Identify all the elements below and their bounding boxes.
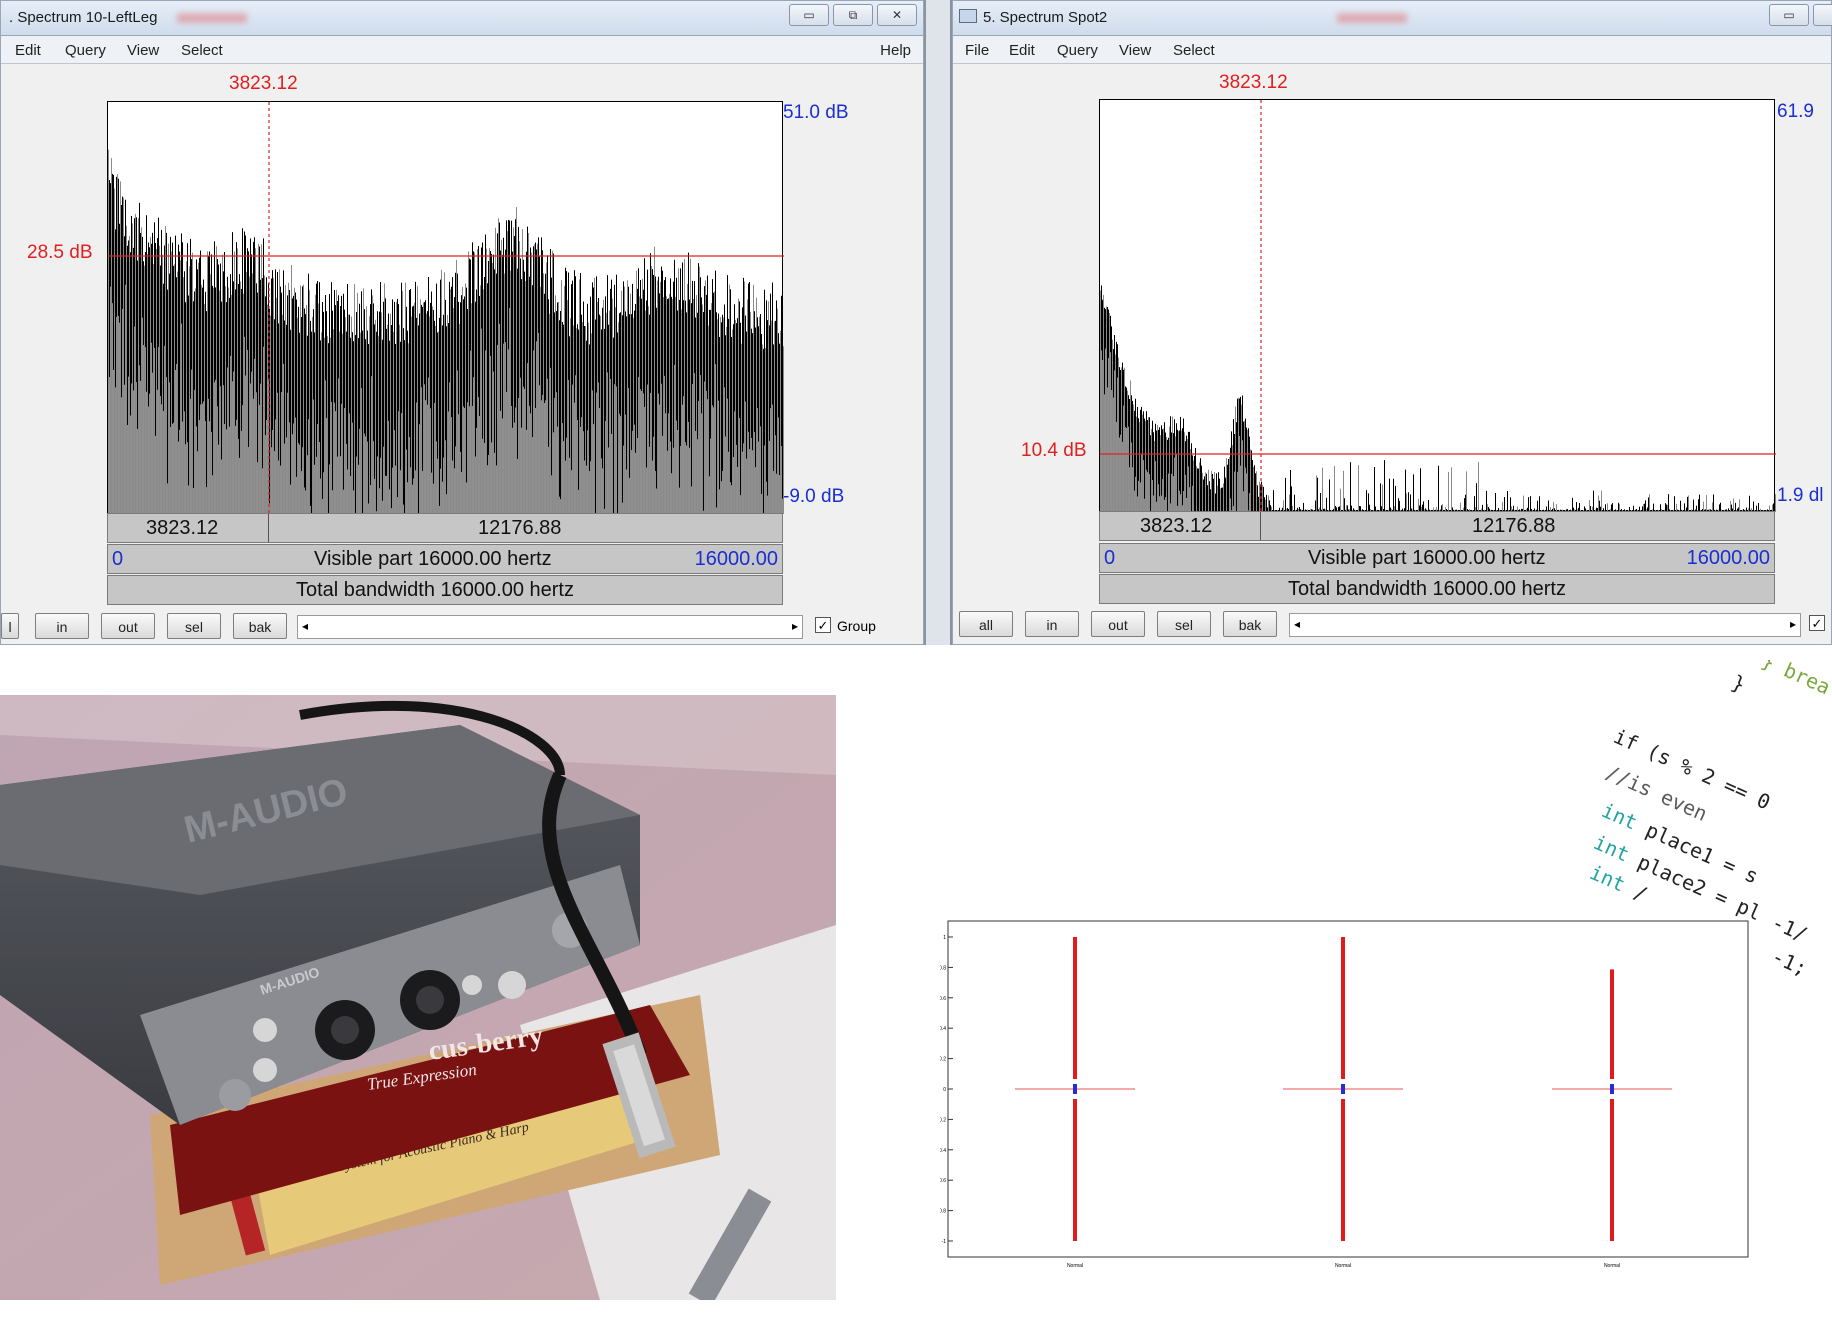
spectrum-window-right: 5. Spectrum Spot2 ▭ l File Edit Query Vi… bbox=[952, 0, 1832, 645]
menu-view[interactable]: View bbox=[127, 42, 159, 59]
all-button[interactable]: l bbox=[1, 613, 19, 639]
spectrum-plot[interactable] bbox=[107, 101, 784, 514]
cursor-interval-bar[interactable]: 3823.12 12176.88 bbox=[107, 513, 783, 543]
y-min-label: -9.0 dB bbox=[783, 486, 845, 507]
cursor-frequency: 3823.12 bbox=[1219, 72, 1288, 93]
menu-bar: Edit Query View Select Help bbox=[1, 37, 923, 64]
y-tick-label: -1 bbox=[942, 1239, 947, 1245]
visible-part-bar[interactable]: 0 Visible part 16000.00 hertz 16000.00 bbox=[107, 544, 783, 574]
y-tick-label: 1 bbox=[943, 935, 946, 941]
cursor-frequency: 3823.12 bbox=[229, 73, 298, 94]
code-fragment: } brea } if (s % 2 == 0 //is even int pl… bbox=[1590, 660, 1830, 1040]
window-icon bbox=[959, 9, 977, 23]
visible-end: 16000.00 bbox=[694, 548, 778, 570]
title-bar[interactable]: . Spectrum 10-LeftLeg ▭ ⧉ ✕ bbox=[1, 1, 923, 36]
code-line: } brea bbox=[1758, 660, 1830, 700]
left-interval-label: 3823.12 bbox=[1140, 515, 1213, 537]
selection-button[interactable]: sel bbox=[1157, 611, 1211, 637]
window-title: 5. Spectrum Spot2 bbox=[959, 9, 1408, 26]
title-bar[interactable]: 5. Spectrum Spot2 ▭ l bbox=[953, 1, 1832, 36]
y-tick-label: 0.6 bbox=[940, 996, 946, 1002]
button-row: all in out sel bak ◂ ▸ ✓ bbox=[953, 611, 1831, 641]
y-max-label: 61.9 bbox=[1777, 101, 1814, 122]
all-button[interactable]: all bbox=[959, 611, 1013, 637]
window-divider bbox=[924, 0, 952, 645]
menu-bar: File Edit Query View Select bbox=[953, 37, 1831, 64]
x-category-label: Normal bbox=[1335, 1263, 1351, 1269]
minimize-button[interactable]: ▭ bbox=[1769, 4, 1809, 26]
cursor-db-label: 10.4 dB bbox=[1021, 440, 1087, 461]
scroll-right-icon[interactable]: ▸ bbox=[792, 619, 798, 633]
total-bandwidth-bar[interactable]: Total bandwidth 16000.00 hertz bbox=[107, 575, 783, 605]
y-tick-label: 0.8 bbox=[940, 965, 946, 971]
zoom-in-button[interactable]: in bbox=[35, 613, 89, 639]
maximize-button[interactable]: ⧉ bbox=[833, 4, 873, 26]
cursor-db-label: 28.5 dB bbox=[27, 242, 93, 263]
maximize-button[interactable]: l bbox=[1813, 4, 1832, 26]
window-title: . Spectrum 10-LeftLeg bbox=[9, 9, 248, 26]
selection-button[interactable]: sel bbox=[167, 613, 221, 639]
back-button[interactable]: bak bbox=[233, 613, 287, 639]
audio-interface-photo: barcus-berry Planar Wave System for Acou… bbox=[0, 695, 836, 1300]
total-bandwidth-text: Total bandwidth 16000.00 hertz bbox=[1288, 578, 1566, 600]
cursor-interval-bar[interactable]: 3823.12 12176.88 bbox=[1099, 511, 1775, 541]
scroll-left-icon[interactable]: ◂ bbox=[1294, 617, 1300, 631]
group-checkbox[interactable]: ✓ bbox=[1809, 615, 1825, 631]
horizontal-scrollbar[interactable]: ◂ ▸ bbox=[297, 615, 803, 639]
visible-end: 16000.00 bbox=[1686, 547, 1770, 569]
close-button[interactable]: ✕ bbox=[877, 4, 917, 26]
spectrum-graph bbox=[108, 102, 784, 514]
scroll-left-icon[interactable]: ◂ bbox=[302, 619, 308, 633]
right-interval-label: 12176.88 bbox=[478, 517, 562, 539]
y-tick-label: 0 bbox=[943, 1087, 946, 1093]
total-bandwidth-bar[interactable]: Total bandwidth 16000.00 hertz bbox=[1099, 574, 1775, 604]
back-button[interactable]: bak bbox=[1223, 611, 1277, 637]
menu-select[interactable]: Select bbox=[181, 42, 223, 59]
photo-illustration: barcus-berry Planar Wave System for Acou… bbox=[0, 695, 836, 1300]
spectrum-graph bbox=[1100, 100, 1776, 512]
x-category-label: Normal bbox=[1067, 1263, 1083, 1269]
y-max-label: 51.0 dB bbox=[783, 102, 849, 123]
visible-part-text: Visible part 16000.00 hertz bbox=[1308, 547, 1546, 569]
menu-file[interactable]: File bbox=[965, 42, 989, 59]
left-interval-label: 3823.12 bbox=[146, 517, 219, 539]
visible-start: 0 bbox=[1104, 547, 1116, 569]
group-checkbox[interactable]: ✓ bbox=[815, 617, 831, 633]
spectrum-plot[interactable] bbox=[1099, 99, 1776, 512]
x-category-label: Normal bbox=[1604, 1263, 1620, 1269]
group-label: Group bbox=[837, 618, 876, 634]
y-tick-label: 0.4 bbox=[940, 1026, 946, 1032]
menu-query[interactable]: Query bbox=[1057, 42, 1098, 59]
total-bandwidth-text: Total bandwidth 16000.00 hertz bbox=[296, 579, 574, 601]
code-line: -1/ bbox=[1768, 910, 1812, 947]
scroll-right-icon[interactable]: ▸ bbox=[1790, 617, 1796, 631]
menu-edit[interactable]: Edit bbox=[15, 42, 41, 59]
right-interval-label: 12176.88 bbox=[1472, 515, 1556, 537]
visible-part-text: Visible part 16000.00 hertz bbox=[314, 548, 552, 570]
zoom-out-button[interactable]: out bbox=[1091, 611, 1145, 637]
spectrum-window-left: . Spectrum 10-LeftLeg ▭ ⧉ ✕ Edit Query V… bbox=[0, 0, 924, 645]
horizontal-scrollbar[interactable]: ◂ ▸ bbox=[1289, 613, 1801, 637]
menu-edit[interactable]: Edit bbox=[1009, 42, 1035, 59]
y-tick-label: -0.4 bbox=[940, 1148, 946, 1154]
visible-part-bar[interactable]: 0 Visible part 16000.00 hertz 16000.00 bbox=[1099, 543, 1775, 573]
visible-start: 0 bbox=[112, 548, 124, 570]
menu-query[interactable]: Query bbox=[65, 42, 106, 59]
minimize-button[interactable]: ▭ bbox=[789, 4, 829, 26]
menu-help[interactable]: Help bbox=[880, 42, 911, 59]
code-line: } bbox=[1728, 670, 1750, 697]
y-tick-label: -0.6 bbox=[940, 1178, 946, 1184]
menu-view[interactable]: View bbox=[1119, 42, 1151, 59]
y-tick-label: -0.8 bbox=[940, 1209, 946, 1215]
y-min-label: 1.9 dl bbox=[1777, 485, 1824, 506]
code-line: -1; bbox=[1768, 944, 1812, 981]
menu-select[interactable]: Select bbox=[1173, 42, 1215, 59]
button-row: l in out sel bak ◂ ▸ ✓ Group bbox=[1, 613, 923, 643]
y-tick-label: -0.2 bbox=[940, 1117, 946, 1123]
zoom-in-button[interactable]: in bbox=[1025, 611, 1079, 637]
y-tick-label: 0.2 bbox=[940, 1057, 946, 1063]
zoom-out-button[interactable]: out bbox=[101, 613, 155, 639]
